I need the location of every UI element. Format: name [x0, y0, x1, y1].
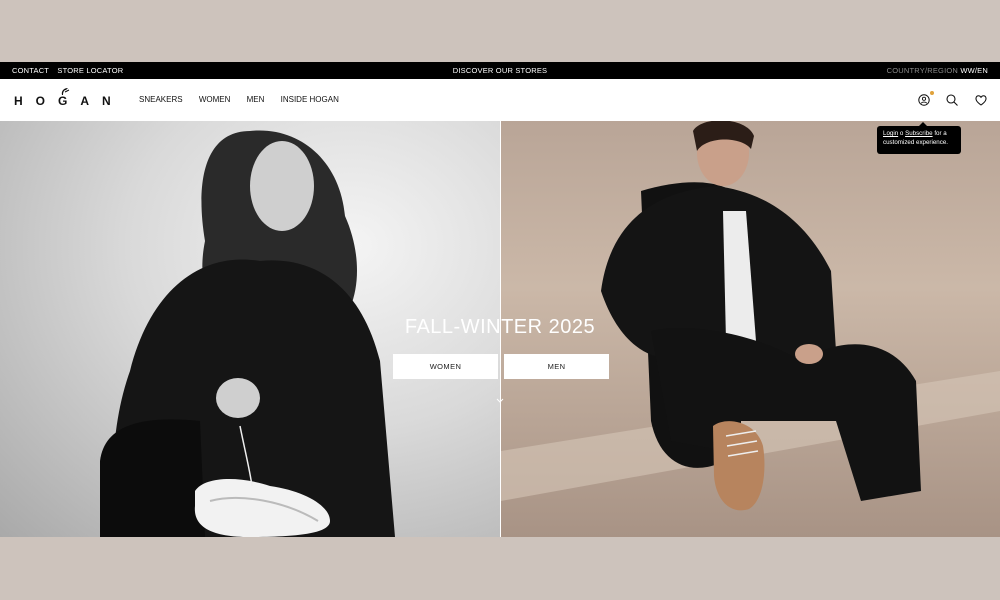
- heart-icon[interactable]: [974, 93, 988, 107]
- shop-men-button[interactable]: MEN: [504, 354, 609, 379]
- tooltip-login-link[interactable]: Login: [883, 130, 898, 137]
- country-selector[interactable]: COUNTRY/REGION WW/EN: [887, 66, 988, 75]
- country-label: COUNTRY/REGION: [886, 66, 959, 75]
- chevron-down-icon[interactable]: [496, 398, 504, 404]
- hero-banner: FALL-WINTER 2025 WOMEN MEN: [0, 121, 1000, 537]
- shop-women-button[interactable]: WOMEN: [393, 354, 498, 379]
- search-icon[interactable]: [945, 93, 959, 107]
- tooltip-or: o: [899, 130, 904, 137]
- country-value: WW/EN: [960, 66, 988, 75]
- top-bar: CONTACT STORE LOCATOR DISCOVER OUR STORE…: [0, 62, 1000, 79]
- nav-women[interactable]: WOMEN: [199, 95, 231, 104]
- account-tooltip: Login o Subscribe for a customized exper…: [877, 122, 961, 154]
- logo-emblem-icon: [61, 88, 70, 95]
- hero-title: FALL-WINTER 2025: [404, 316, 596, 338]
- site-frame: CONTACT STORE LOCATOR DISCOVER OUR STORE…: [0, 62, 1000, 537]
- nav-men[interactable]: MEN: [247, 95, 265, 104]
- account-icon[interactable]: [917, 93, 931, 107]
- nav-inside-hogan[interactable]: INSIDE HOGAN: [281, 95, 339, 104]
- tooltip-subscribe-link[interactable]: Subscribe: [905, 130, 933, 137]
- nav-sneakers[interactable]: SNEAKERS: [139, 95, 183, 104]
- logo-text: HOGAN: [14, 94, 124, 108]
- notification-dot: [930, 91, 934, 95]
- main-header: HOGAN SNEAKERS WOMEN MEN INSIDE HOGAN Lo…: [0, 79, 1000, 154]
- discover-stores-link[interactable]: DISCOVER OUR STORES: [453, 66, 548, 75]
- main-nav: SNEAKERS WOMEN MEN INSIDE HOGAN: [139, 95, 353, 104]
- hogan-logo[interactable]: HOGAN: [14, 88, 116, 109]
